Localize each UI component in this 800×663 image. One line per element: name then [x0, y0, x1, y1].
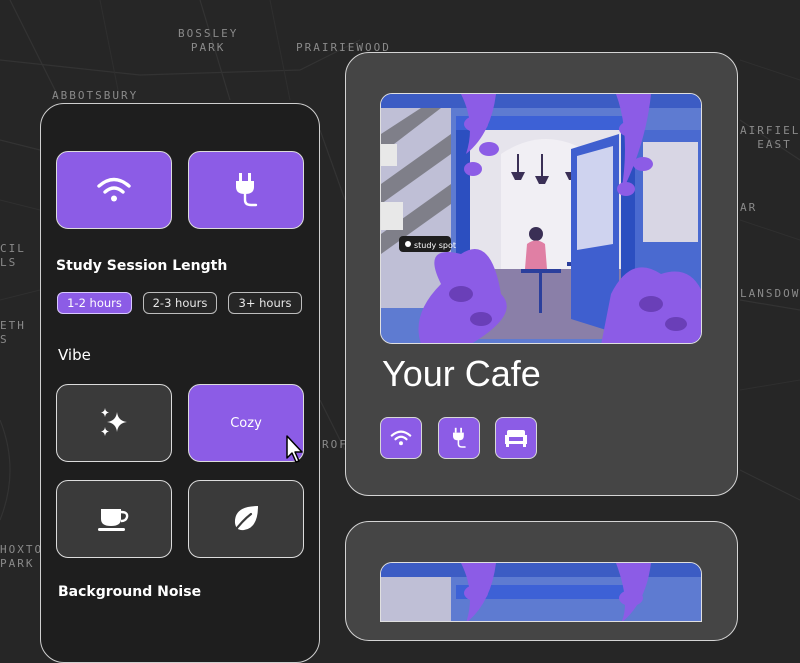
- vibe-coffee-button[interactable]: [56, 480, 172, 558]
- power-filter-button[interactable]: [188, 151, 304, 229]
- wifi-icon: [97, 177, 131, 202]
- map-label: CIL LS: [0, 242, 26, 269]
- amenity-power: [438, 417, 480, 459]
- armchair-icon: [505, 430, 527, 447]
- cafe-card[interactable]: study spot Your Cafe: [345, 52, 738, 496]
- power-plug-icon: [236, 173, 258, 207]
- session-option-1-2-hours[interactable]: 1-2 hours: [57, 292, 132, 314]
- background-noise-title: Background Noise: [58, 584, 202, 600]
- study-session-title: Study Session Length: [56, 258, 228, 274]
- cafe-sign-text: study spot: [414, 241, 456, 250]
- map-label: AIRFIELD EAST: [740, 124, 800, 151]
- filter-panel: Study Session Length 1-2 hours 2-3 hours…: [40, 103, 320, 663]
- vibe-title: Vibe: [58, 346, 91, 364]
- cafe-illustration: study spot: [380, 93, 702, 344]
- mouse-cursor-icon: [286, 435, 303, 463]
- power-plug-icon: [453, 427, 466, 448]
- coffee-cup-icon: [98, 509, 129, 531]
- amenity-wifi: [380, 417, 422, 459]
- vibe-sparkle-button[interactable]: [56, 384, 172, 462]
- cozy-label: Cozy: [230, 415, 262, 431]
- map-label: LANSDOW: [740, 287, 800, 300]
- map-label: HOXTO PARK: [0, 543, 44, 570]
- map-label: ABBOTSBURY: [52, 89, 139, 102]
- leaf-icon: [232, 506, 258, 534]
- sparkles-icon: [101, 408, 127, 436]
- session-option-3-plus-hours[interactable]: 3+ hours: [228, 292, 302, 314]
- map-label: ETH S: [0, 319, 26, 346]
- session-option-2-3-hours[interactable]: 2-3 hours: [143, 292, 217, 314]
- amenity-seating: [495, 417, 537, 459]
- wifi-icon: [390, 430, 412, 446]
- vibe-nature-button[interactable]: [188, 480, 304, 558]
- cafe-name: Your Cafe: [382, 353, 541, 394]
- wifi-filter-button[interactable]: [56, 151, 172, 229]
- cafe-card-2[interactable]: [345, 521, 738, 641]
- cafe-illustration-2: [380, 562, 702, 622]
- map-label: AR: [740, 201, 758, 214]
- map-label: BOSSLEY PARK: [178, 27, 239, 54]
- map-label: ROF: [322, 438, 348, 451]
